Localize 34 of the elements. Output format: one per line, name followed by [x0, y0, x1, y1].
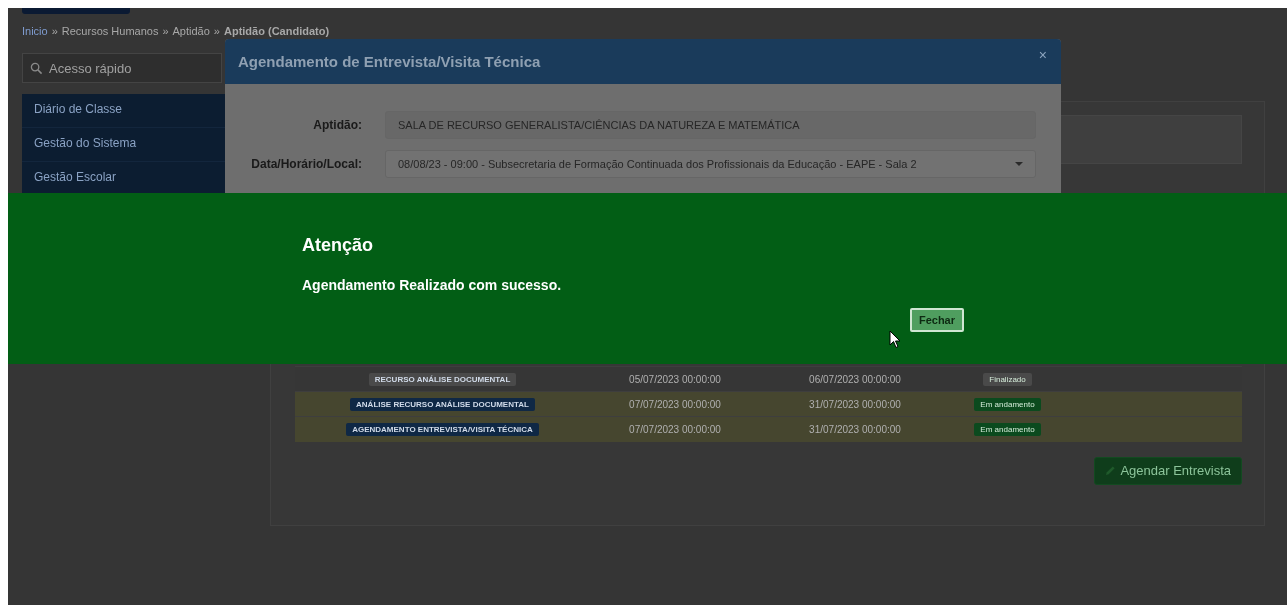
close-button[interactable]: Fechar: [909, 308, 964, 332]
date-text: 31/07/2023 00:00:00: [809, 423, 901, 435]
field-label: Data/Horário/Local:: [250, 157, 362, 171]
date-text: 31/07/2023 00:00:00: [809, 398, 901, 410]
select-field[interactable]: 08/08/23 - 09:00 - Subsecretaria de Formação Continuada dos Profissionais da Educação - EAPE - Sala 2: [385, 150, 1036, 178]
breadcrumb-separator: »: [51, 25, 58, 37]
stage-badge: AGENDAMENTO ENTREVISTA/VISITA TÉCNICA: [346, 422, 539, 436]
caret-icon: [1015, 162, 1023, 166]
input-field[interactable]: SALA DE RECURSO GENERALISTA/CIÊNCIAS DA NATUREZA E MATEMÁTICA: [385, 111, 1036, 139]
breadcrumb-separator: »: [213, 25, 220, 37]
breadcrumb-item: Recursos Humanos: [61, 25, 159, 37]
breadcrumb-item: Aptidão (Candidato): [223, 25, 330, 37]
breadcrumb-separator: »: [162, 25, 169, 37]
search-icon: [30, 62, 43, 75]
status-badge: Em andamento: [974, 422, 1041, 436]
alert-title: Atenção: [302, 235, 374, 256]
field-label: Aptidão:: [312, 118, 362, 132]
breadcrumb-item: Aptidão: [172, 25, 210, 37]
modal-title: Agendamento de Entrevista/Visita Técnica: [238, 53, 541, 70]
cursor-icon: [889, 330, 901, 349]
date-text: 06/07/2023 00:00:00: [809, 373, 901, 385]
date-text: 07/07/2023 00:00:00: [629, 423, 721, 435]
stage-badge: RECURSO ANÁLISE DOCUMENTAL: [368, 372, 517, 386]
search-field[interactable]: Acesso rápido: [22, 53, 222, 83]
status-badge: Em andamento: [974, 397, 1041, 411]
stage-badge: ANÁLISE RECURSO ANÁLISE DOCUMENTAL: [350, 397, 535, 411]
schedule-interview-button[interactable]: Agendar Entrevista: [1094, 456, 1242, 485]
breadcrumb-link[interactable]: Inicio: [22, 25, 48, 37]
close-button[interactable]: ×: [1038, 47, 1047, 63]
alert-message: Agendamento Realizado com sucesso.: [302, 277, 563, 293]
status-badge: Finalizado: [983, 372, 1032, 386]
date-text: 07/07/2023 00:00:00: [629, 398, 721, 410]
date-text: 05/07/2023 00:00:00: [629, 373, 721, 385]
pencil-icon: [1105, 465, 1117, 476]
